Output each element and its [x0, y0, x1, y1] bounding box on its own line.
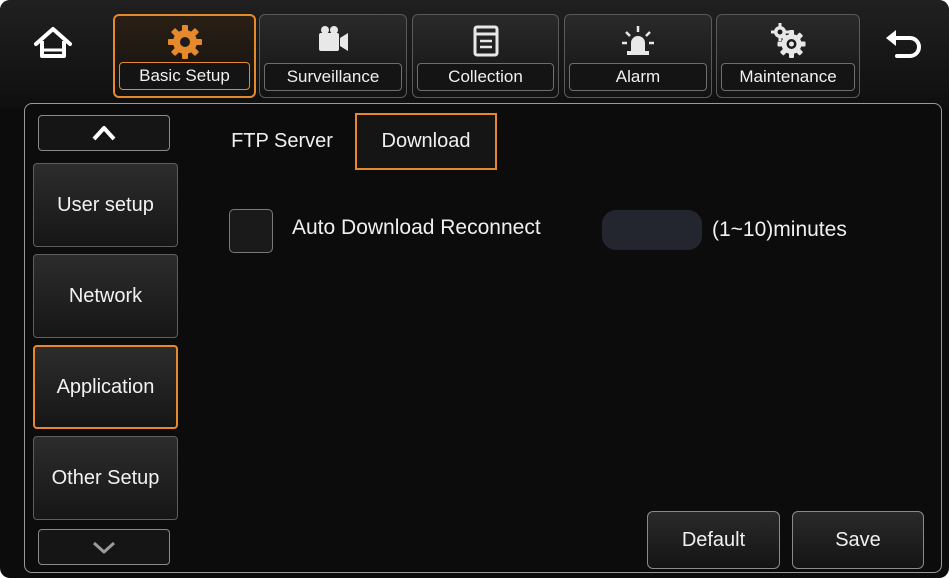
sidebar-item-user-setup[interactable]: User setup [33, 163, 178, 247]
nav-tab-label: Collection [417, 63, 554, 91]
document-icon [473, 25, 498, 57]
nav-tab-alarm[interactable]: Alarm [564, 14, 712, 98]
default-button-label: Default [681, 528, 746, 551]
reconnect-minutes-input[interactable] [602, 210, 702, 250]
dvr-settings-screen: Basic Setup Surveillance Collection Alar… [0, 0, 949, 578]
camera-icon [319, 26, 348, 51]
nav-tab-maintenance[interactable]: Maintenance [716, 14, 860, 98]
sidebar-item-network[interactable]: Network [33, 254, 178, 338]
nav-tab-label: Basic Setup [119, 62, 250, 90]
save-button[interactable]: Save [792, 511, 924, 569]
sidebar-item-label: User setup [57, 193, 154, 216]
alarm-light-icon [622, 26, 654, 55]
back-button[interactable] [877, 20, 927, 68]
home-icon [34, 27, 72, 58]
subtab-label: Download [381, 130, 471, 152]
chevron-up-icon [92, 126, 116, 141]
default-button[interactable]: Default [647, 511, 780, 569]
home-button[interactable] [28, 20, 78, 68]
chevron-down-icon [92, 541, 116, 554]
sidebar-item-other-setup[interactable]: Other Setup [33, 436, 178, 520]
nav-tab-label: Maintenance [721, 63, 855, 91]
sidebar-item-label: Network [68, 284, 143, 307]
nav-tab-surveillance[interactable]: Surveillance [259, 14, 407, 98]
sidebar-scroll-down-button[interactable] [38, 529, 170, 565]
minutes-range-hint: (1~10)minutes [712, 218, 847, 241]
nav-tab-label: Surveillance [264, 63, 402, 91]
top-nav-bar: Basic Setup Surveillance Collection Alar… [0, 0, 949, 108]
auto-download-reconnect-checkbox[interactable] [229, 209, 273, 253]
sidebar-item-application[interactable]: Application [33, 345, 178, 429]
save-button-label: Save [835, 528, 881, 551]
gear-icon [167, 25, 202, 59]
sidebar-item-label: Application [56, 375, 155, 398]
nav-tab-basic-setup[interactable]: Basic Setup [113, 14, 256, 98]
subtab-download[interactable]: Download [355, 113, 497, 170]
auto-download-reconnect-label: Auto Download Reconnect [292, 216, 541, 239]
gears-icon [771, 23, 806, 58]
nav-tab-collection[interactable]: Collection [412, 14, 559, 98]
nav-tab-label: Alarm [569, 63, 707, 91]
subtab-ftp-server[interactable]: FTP Server [209, 113, 355, 170]
back-arrow-icon [886, 30, 921, 58]
sidebar-scroll-up-button[interactable] [38, 115, 170, 151]
subtab-label: FTP Server [231, 130, 333, 152]
sidebar-item-label: Other Setup [51, 466, 160, 489]
